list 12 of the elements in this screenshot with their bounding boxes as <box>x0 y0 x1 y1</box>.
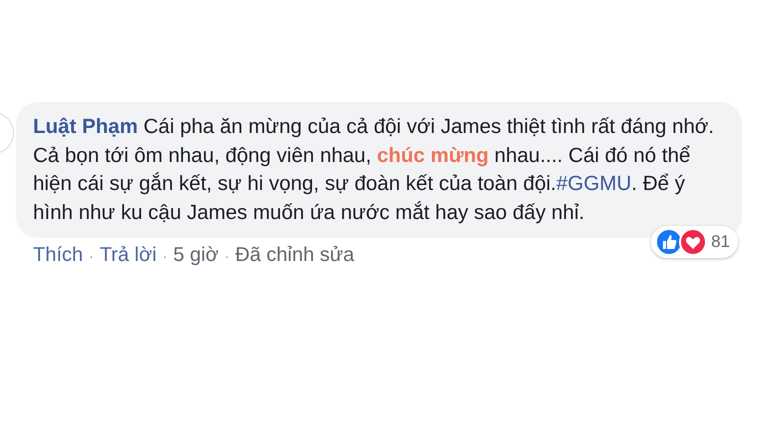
timestamp: 5 giờ <box>173 244 219 267</box>
comment-text: Luật Phạm Cái pha ăn mừng của cả đội với James thiệt tình rất đáng nhớ. Cả bọn tới ôm nhau, động viên nhau, chúc mừng nhau.... Cái đó nó thể hiện cái sự gắn kết, sự hi vọng, sự đoàn kết của toàn đội.#GGMU. Để ý hình như ku cậu James muốn ứa nước mắt hay sao đấy nhỉ. <box>33 114 716 226</box>
separator-dot: · <box>224 248 230 264</box>
hashtag-link[interactable]: #GGMU <box>556 172 632 195</box>
author-link[interactable]: Luật Phạm <box>33 115 138 138</box>
action-link[interactable]: Trả lời <box>100 244 157 267</box>
reactions-pill[interactable]: 81 <box>651 226 738 258</box>
separator-dot: · <box>162 248 168 264</box>
timestamp: Đã chỉnh sửa <box>235 244 354 267</box>
reaction-count: 81 <box>711 232 730 252</box>
separator-dot: · <box>89 248 94 264</box>
action-link[interactable]: Thích <box>33 244 84 267</box>
